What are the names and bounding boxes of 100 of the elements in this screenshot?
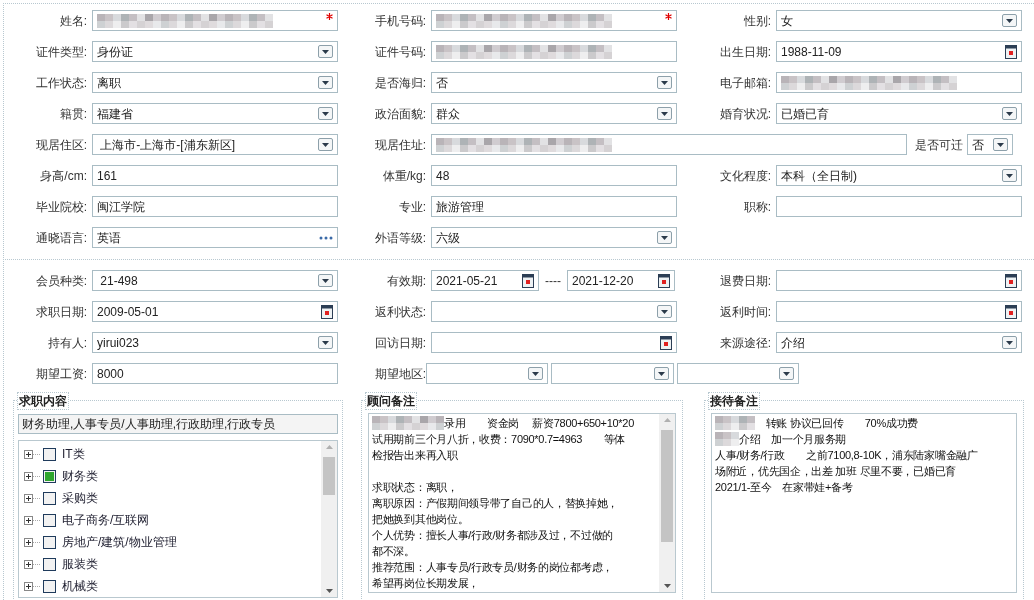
select-field[interactable]	[677, 363, 799, 384]
input-field[interactable]: 8000	[92, 363, 338, 384]
checkbox[interactable]	[43, 535, 56, 549]
select-field[interactable]	[551, 363, 674, 384]
select-field[interactable]: 身份证	[92, 41, 338, 62]
select-field[interactable]	[431, 301, 677, 322]
more-icon[interactable]	[319, 235, 333, 240]
checkbox[interactable]	[43, 513, 56, 527]
expand-icon[interactable]	[24, 449, 40, 459]
checkbox[interactable]	[43, 469, 56, 483]
tree-item[interactable]: 电子商务/互联网	[62, 511, 150, 529]
input-field[interactable]	[92, 10, 338, 31]
scrollbar[interactable]	[321, 441, 337, 597]
field-value: 2009-05-01	[97, 303, 159, 321]
checkbox[interactable]	[43, 579, 56, 593]
note-line: 试用期前三个月八折，收费：7090*0.7=4963 等体	[372, 432, 625, 447]
select-field[interactable]: 离职	[92, 72, 338, 93]
summary-field[interactable]: 财务助理,人事专员/人事助理,行政助理,行政专员	[18, 414, 338, 434]
expand-icon[interactable]	[24, 537, 40, 547]
field-label: 现居住区:	[34, 136, 88, 154]
field-label: 籍贯:	[58, 105, 88, 123]
input-field[interactable]	[431, 10, 677, 31]
calendar-icon[interactable]	[321, 304, 333, 319]
field-label: 求职日期:	[34, 303, 88, 321]
calendar-icon[interactable]	[1005, 304, 1017, 319]
tree-item[interactable]: 机械类	[62, 577, 98, 595]
select-field[interactable]: 否	[431, 72, 677, 93]
scrollbar[interactable]	[659, 414, 675, 592]
tree-item[interactable]: 采购类	[62, 489, 98, 507]
scroll-thumb[interactable]	[323, 457, 335, 495]
note-line: 求职状态：离职，	[372, 480, 458, 495]
select-field[interactable]: 女	[776, 10, 1022, 31]
select-field[interactable]: yirui023	[92, 332, 338, 353]
field-label: 来源途径:	[718, 334, 772, 352]
date-field[interactable]: 2021-12-20	[567, 270, 675, 291]
checkbox[interactable]	[43, 447, 56, 461]
input-field[interactable]: 161	[92, 165, 338, 186]
input-field[interactable]: 英语	[92, 227, 338, 248]
field-value: 48	[436, 167, 450, 185]
select-field[interactable]: 六级	[431, 227, 677, 248]
field-value: 福建省	[97, 105, 133, 123]
calendar-icon[interactable]	[660, 335, 672, 350]
date-field[interactable]	[431, 332, 677, 353]
field-label: 通晓语言:	[34, 229, 88, 247]
date-field[interactable]	[776, 270, 1022, 291]
field-value: 2021-12-20	[572, 272, 634, 290]
field-value: 六级	[436, 229, 460, 247]
notes-box[interactable]: 录用 资金岗 薪资7800+650+10*20 试用期前三个月八折，收费：7090*0.7=4963 等体 检报告出来再入职 求职状态：离职， 离职原因：产假期间领导带了自己的人，替换掉她， 把她换到其他岗位。 个人优势：擅长人事/行政/财务都涉及过，不过做的 都不深。 推荐范围：人事专员/行政专员/财务的岗位都考虑， 希望再岗位长期发展，	[368, 413, 676, 593]
note-line: 个人优势：擅长人事/行政/财务都涉及过，不过做的	[372, 528, 613, 543]
input-field[interactable]: 旅游管理	[431, 196, 677, 217]
select-field[interactable]: 本科（全日制)	[776, 165, 1022, 186]
tree-item[interactable]: 服装类	[62, 555, 98, 573]
select-field[interactable]: 群众	[431, 103, 677, 124]
calendar-icon[interactable]	[522, 273, 534, 288]
field-label: 职称:	[742, 198, 772, 216]
select-field[interactable]	[426, 363, 548, 384]
select-field[interactable]: 介绍	[776, 332, 1022, 353]
note-line: 介绍 加一个月服务期	[739, 432, 846, 447]
date-field[interactable]: 1988-11-09	[776, 41, 1022, 62]
date-field[interactable]: 2021-05-21	[431, 270, 539, 291]
tree-item[interactable]: IT类	[62, 445, 85, 463]
input-field[interactable]	[431, 134, 907, 155]
expand-icon[interactable]	[24, 581, 40, 591]
note-line: 把她换到其他岗位。	[372, 512, 469, 527]
scroll-thumb[interactable]	[661, 430, 673, 542]
select-field[interactable]: 21-498	[92, 270, 338, 291]
field-label: 政治面貌:	[373, 105, 427, 123]
expand-icon[interactable]	[24, 493, 40, 503]
field-label: 退费日期:	[718, 272, 772, 290]
select-field[interactable]: 否	[967, 134, 1013, 155]
input-field[interactable]	[431, 41, 677, 62]
calendar-icon[interactable]	[1005, 44, 1017, 59]
input-field[interactable]: 48	[431, 165, 677, 186]
field-value: 离职	[97, 74, 121, 92]
tree-item[interactable]: 房地产/建筑/物业管理	[62, 533, 177, 551]
date-field[interactable]: 2009-05-01	[92, 301, 338, 322]
expand-icon[interactable]	[24, 559, 40, 569]
select-field[interactable]: 上海市-上海市-[浦东新区]	[92, 134, 338, 155]
input-field[interactable]	[776, 196, 1022, 217]
checkbox[interactable]	[43, 557, 56, 571]
select-field[interactable]: 已婚已育	[776, 103, 1022, 124]
note-line: 转账 协议已回传 70%成功费	[764, 416, 918, 431]
notes-box[interactable]: 转账 协议已回传 70%成功费 介绍 加一个月服务期 人事/财务/行政 之前7100,8-10K，浦东陆家嘴金融广 场附近，优先国企，出差 加班 尽里不要，已婚已育 2021/1-至今 在家带娃+备考	[711, 413, 1017, 593]
range-separator: ----	[545, 272, 561, 290]
input-field[interactable]	[776, 72, 1022, 93]
date-field[interactable]	[776, 301, 1022, 322]
calendar-icon[interactable]	[658, 273, 670, 288]
panel-title: 接待备注	[708, 392, 760, 410]
tree-item[interactable]: 财务类	[62, 467, 98, 485]
field-value: 闽江学院	[97, 198, 145, 216]
field-label: 返利时间:	[718, 303, 772, 321]
select-field[interactable]: 福建省	[92, 103, 338, 124]
calendar-icon[interactable]	[1005, 273, 1017, 288]
field-label: 体重/kg:	[381, 167, 427, 185]
field-label: 返利状态:	[373, 303, 427, 321]
input-field[interactable]: 闽江学院	[92, 196, 338, 217]
checkbox[interactable]	[43, 491, 56, 505]
expand-icon[interactable]	[24, 515, 40, 525]
field-label: 姓名:	[58, 12, 88, 30]
expand-icon[interactable]	[24, 471, 40, 481]
